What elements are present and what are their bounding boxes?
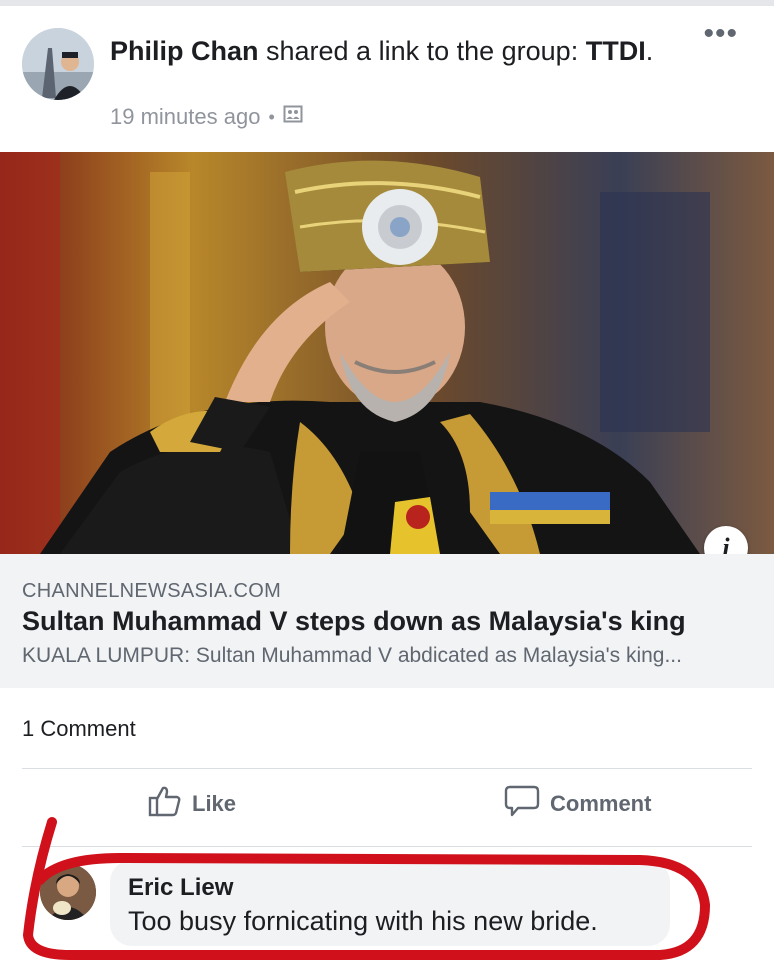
like-button[interactable]: Like	[148, 784, 236, 824]
meta-separator: •	[268, 106, 275, 127]
comment-button[interactable]: Comment	[504, 784, 651, 824]
comment-item: Eric Liew Too busy fornicating with his …	[0, 856, 774, 956]
group-name[interactable]: TTDI	[586, 36, 646, 66]
comment-count[interactable]: 1 Comment	[22, 716, 136, 742]
link-caption[interactable]: CHANNELNEWSASIA.COM Sultan Muhammad V st…	[0, 554, 774, 688]
engagement-divider	[22, 768, 752, 769]
author-avatar[interactable]	[22, 28, 94, 100]
comment-bubble[interactable]: Eric Liew Too busy fornicating with his …	[110, 860, 670, 946]
actions-divider	[22, 846, 752, 847]
thumbs-up-icon	[148, 784, 192, 824]
commenter-name[interactable]: Eric Liew	[128, 874, 233, 902]
commenter-avatar[interactable]	[40, 864, 96, 920]
link-snippet: KUALA LUMPUR: Sultan Muhammad V abdicate…	[22, 644, 682, 667]
speech-bubble-icon	[504, 784, 550, 824]
comment-label: Comment	[550, 791, 652, 816]
comment-text: Too busy fornicating with his new bride.	[128, 906, 598, 936]
group-privacy-icon	[283, 104, 303, 130]
link-domain: CHANNELNEWSASIA.COM	[22, 580, 282, 602]
share-action-text: shared a link to the group:	[258, 36, 586, 66]
link-headline: Sultan Muhammad V steps down as Malaysia…	[22, 606, 686, 636]
group-suffix: .	[645, 36, 654, 66]
post-meta: 19 minutes ago •	[110, 104, 303, 130]
post-headline: Philip Chan shared a link to the group: …	[110, 34, 670, 68]
link-preview-image[interactable]	[0, 152, 774, 554]
more-options-button[interactable]: •••	[703, 19, 738, 49]
post-timestamp[interactable]: 19 minutes ago	[110, 104, 260, 130]
like-label: Like	[192, 791, 237, 816]
author-name[interactable]: Philip Chan	[110, 36, 259, 66]
post-header: Philip Chan shared a link to the group: …	[0, 6, 774, 152]
